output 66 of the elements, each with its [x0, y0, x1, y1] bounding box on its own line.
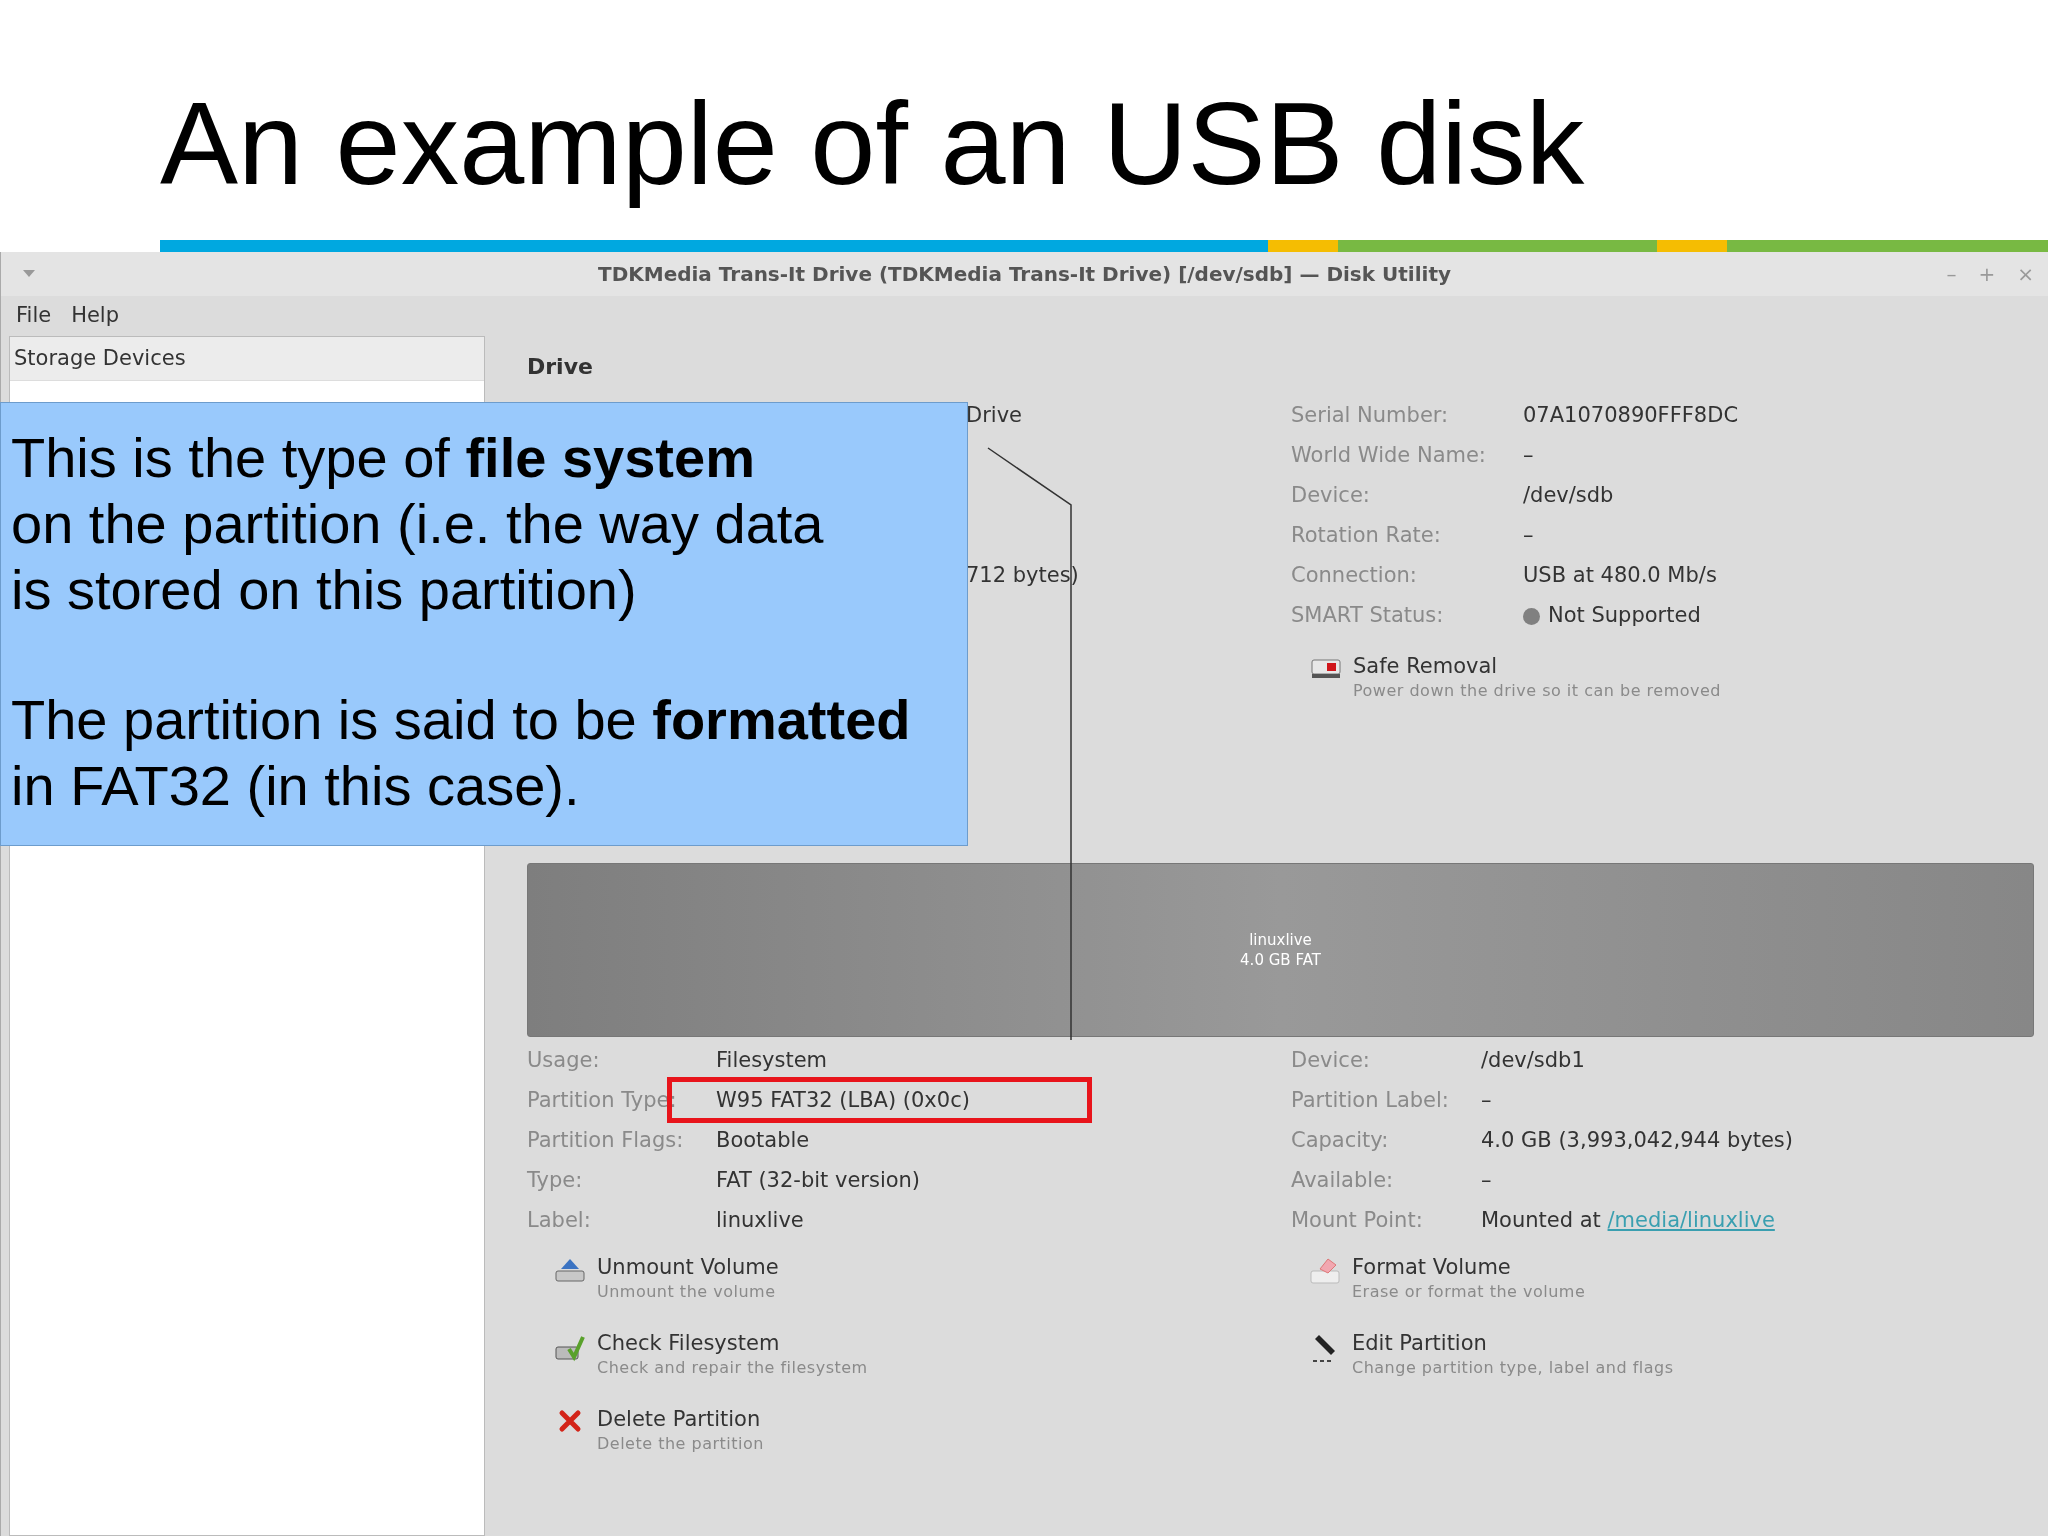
action-button[interactable]: Delete Partition Delete the partition — [553, 1405, 1308, 1455]
field-value: FAT (32-bit version) — [716, 1167, 921, 1195]
window-menu-icon[interactable] — [23, 270, 35, 278]
action-button[interactable]: Edit Partition Change partition type, label and flags — [1308, 1329, 2034, 1379]
eject-icon — [555, 1257, 585, 1283]
field-value: 4.0 GB (3,993,042,944 bytes) — [1481, 1127, 1793, 1155]
field-label: Serial Number: — [1291, 402, 1450, 430]
menu-item[interactable]: Help — [71, 300, 120, 332]
field-label: Partition Label: — [1291, 1087, 1450, 1115]
field-value: W95 FAT32 (LBA) (0x0c) — [716, 1087, 970, 1115]
field-value: linuxlive — [716, 1207, 804, 1235]
field-label: Rotation Rate: — [1291, 522, 1442, 550]
action-button[interactable]: Unmount Volume Unmount the volume — [553, 1253, 1308, 1303]
field-label: World Wide Name: — [1291, 442, 1487, 470]
action-title: Format Volume — [1352, 1254, 1512, 1281]
field-value: – — [1523, 522, 1534, 550]
field-label: Type: — [527, 1167, 584, 1195]
action-subtitle: Erase or format the volume — [1352, 1281, 1586, 1303]
partition-size: 4.0 GB FAT — [1240, 950, 1321, 970]
action-title: Check Filesystem — [597, 1330, 781, 1357]
action-button[interactable]: Check Filesystem Check and repair the filesystem — [553, 1329, 1308, 1379]
partition-name: linuxlive — [1249, 930, 1312, 950]
field-label: Mount Point: — [1291, 1207, 1424, 1235]
field-label: Label: — [527, 1207, 592, 1235]
section-heading: Drive — [527, 352, 593, 381]
drive-eraser-icon — [1310, 1257, 1340, 1285]
field-value: – — [1523, 442, 1534, 470]
action-title: Delete Partition — [597, 1406, 762, 1433]
action-subtitle: Change partition type, label and flags — [1352, 1357, 1674, 1379]
action-button[interactable]: Format Volume Erase or format the volume — [1308, 1253, 2034, 1303]
drive-icon — [1311, 656, 1341, 680]
field-label: Connection: — [1291, 562, 1418, 590]
action-subtitle: Power down the drive so it can be removed — [1353, 680, 1721, 702]
field-label: Available: — [1291, 1167, 1395, 1195]
drive-check-icon — [555, 1333, 585, 1363]
field-label: Device: — [1291, 482, 1371, 510]
callout-text: This is the type of file system on the partition (i.e. the way data is stored on this partition) — [11, 425, 825, 623]
delete-icon — [558, 1409, 582, 1433]
field-label: Capacity: — [1291, 1127, 1390, 1155]
action-subtitle: Delete the partition — [597, 1433, 764, 1455]
action-subtitle: Unmount the volume — [597, 1281, 777, 1303]
field-value: – — [1481, 1167, 1492, 1195]
action-title: Edit Partition — [1352, 1330, 1488, 1357]
action-button[interactable]: Safe Removal Power down the drive so it can be removed — [1309, 652, 1739, 702]
field-label: Device: — [1291, 1047, 1371, 1075]
field-value: USB at 480.0 Mb/s — [1523, 562, 1717, 590]
window-title: TDKMedia Trans-It Drive (TDKMedia Trans-It Drive) [/dev/sdb] — Disk Utility — [598, 261, 1451, 288]
action-subtitle: Check and repair the filesystem — [597, 1357, 868, 1379]
field-label: Usage: — [527, 1047, 601, 1075]
field-value: Not Supported — [1548, 602, 1701, 630]
field-value: /dev/sdb1 — [1481, 1047, 1585, 1075]
field-label: Partition Flags: — [527, 1127, 685, 1155]
sidebar-header: Storage Devices — [10, 337, 484, 381]
field-value: 07A1070890FFF8DC — [1523, 402, 1739, 430]
field-label: SMART Status: — [1291, 602, 1445, 630]
field-value: Bootable — [716, 1127, 810, 1155]
action-title: Safe Removal — [1353, 653, 1499, 680]
field-value: /dev/sdb — [1523, 482, 1614, 510]
field-value: Drive — [966, 402, 1022, 430]
callout-text: The partition is said to be formatted in FAT32 (in this case). — [11, 687, 912, 819]
field-value: Mounted at /media/linuxlive — [1481, 1207, 1775, 1235]
action-title: Unmount Volume — [597, 1254, 779, 1281]
field-value: – — [1481, 1087, 1492, 1115]
menu-item[interactable]: File — [16, 300, 52, 332]
slide-title: An example of an USB disk — [160, 77, 1586, 211]
field-value: Filesystem — [716, 1047, 828, 1075]
